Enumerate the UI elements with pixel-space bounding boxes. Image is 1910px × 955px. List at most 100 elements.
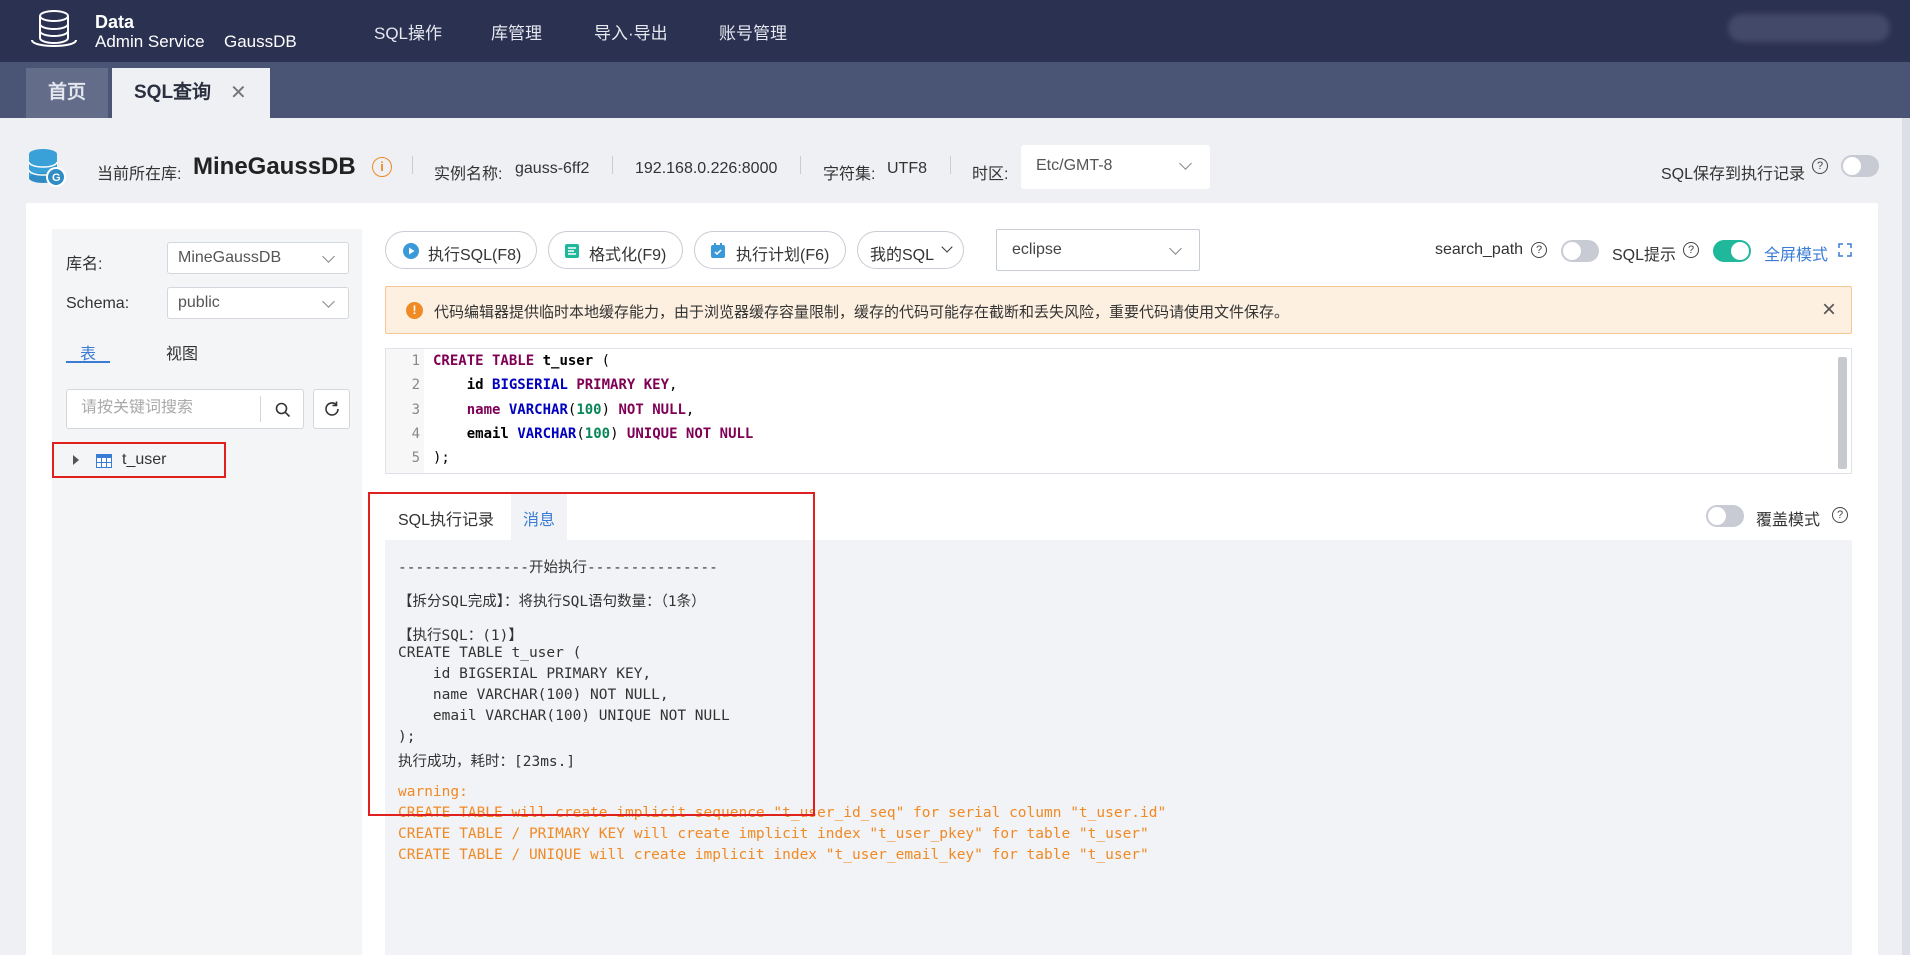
line-number: 1	[411, 353, 420, 369]
sql-code-editor[interactable]: 1 2 3 4 5 CREATE TABLE t_user ( id BIGSE…	[385, 348, 1852, 474]
search-icon[interactable]	[275, 402, 291, 418]
database-select-value: MineGaussDB	[178, 249, 282, 266]
timezone-label: 时区:	[972, 166, 1009, 183]
line-number-gutter: 1 2 3 4 5	[386, 349, 424, 473]
info-icon[interactable]: i	[372, 157, 392, 177]
execute-sql-label: 执行SQL(F8)	[428, 247, 522, 264]
overwrite-mode-label: 覆盖模式	[1756, 512, 1821, 529]
cache-warning-alert: ! 代码编辑器提供临时本地缓存能力，由于浏览器缓存容量限制，缓存的代码可能存在截…	[385, 286, 1852, 334]
page-scrollbar[interactable]	[1902, 118, 1910, 955]
sql-hint-toggle[interactable]	[1713, 240, 1751, 262]
charset-label: 字符集:	[823, 166, 876, 183]
line-number: 2	[411, 377, 420, 393]
code-line: email VARCHAR(100) UNIQUE NOT NULL	[466, 426, 754, 442]
help-icon[interactable]: ?	[1832, 507, 1848, 523]
format-label: 格式化(F9)	[589, 247, 667, 264]
editor-scrollbar[interactable]	[1838, 357, 1847, 469]
line-number: 4	[411, 426, 420, 442]
warning-icon: !	[406, 302, 423, 319]
execution-plan-button[interactable]: 执行计划(F6)	[694, 231, 846, 269]
page-tab-bar: 首页 SQL查询 ✕	[0, 62, 1910, 118]
nav-sql-operations[interactable]: SQL操作	[374, 19, 442, 44]
plan-icon	[711, 243, 725, 258]
timezone-value: Etc/GMT-8	[1036, 157, 1113, 174]
help-icon[interactable]: ?	[1812, 158, 1828, 174]
chevron-down-icon	[322, 295, 335, 308]
tab-home[interactable]: 首页	[26, 68, 108, 118]
editor-theme-value: eclipse	[1012, 241, 1062, 258]
search-path-toggle[interactable]	[1561, 240, 1599, 262]
editor-theme-select[interactable]: eclipse	[996, 229, 1200, 271]
chevron-down-icon	[322, 250, 335, 263]
divider	[950, 156, 951, 174]
brand-product: GaussDB	[224, 32, 297, 51]
format-button[interactable]: 格式化(F9)	[548, 231, 683, 269]
svg-text:G: G	[52, 172, 61, 184]
fullscreen-icon[interactable]	[1838, 243, 1852, 257]
tab-views[interactable]: 视图	[166, 340, 198, 364]
help-icon[interactable]: ?	[1531, 242, 1547, 258]
line-number: 5	[411, 450, 420, 466]
play-icon	[403, 243, 419, 259]
instance-name-label: 实例名称:	[434, 166, 503, 183]
refresh-button[interactable]	[313, 389, 350, 429]
timezone-select[interactable]: Etc/GMT-8	[1021, 145, 1210, 189]
line-number: 3	[411, 402, 420, 418]
table-search-box	[66, 389, 304, 429]
search-path-label: search_path	[1435, 241, 1524, 258]
close-icon[interactable]: ×	[1822, 296, 1836, 324]
brand-name: Data	[95, 12, 135, 32]
schema-select[interactable]: public	[167, 287, 349, 319]
highlight-annotation-box	[368, 492, 815, 816]
schema-select-value: public	[178, 294, 220, 311]
save-history-toggle[interactable]	[1841, 155, 1879, 177]
my-sql-dropdown[interactable]: 我的SQL	[857, 231, 964, 269]
user-account-menu[interactable]	[1728, 14, 1890, 42]
db-label: 库名:	[66, 256, 103, 273]
nav-import-export[interactable]: 导入·导出	[594, 19, 668, 44]
instance-address: 192.168.0.226:8000	[635, 160, 778, 177]
current-db-label: 当前所在库:	[97, 166, 182, 183]
divider	[260, 396, 261, 422]
sql-hint-label: SQL提示	[1612, 247, 1677, 264]
database-select[interactable]: MineGaussDB	[167, 242, 349, 274]
table-search-input[interactable]	[81, 399, 251, 417]
code-line: CREATE TABLE t_user (	[433, 353, 611, 369]
table-icon	[96, 454, 112, 468]
caret-right-icon[interactable]	[72, 455, 80, 465]
execute-sql-button[interactable]: 执行SQL(F8)	[385, 231, 537, 269]
fullscreen-link[interactable]: 全屏模式	[1764, 241, 1828, 265]
nav-account-management[interactable]: 账号管理	[719, 19, 787, 44]
instance-name: gauss-6ff2	[515, 160, 590, 177]
active-tab-underline	[66, 361, 110, 363]
divider	[412, 156, 413, 174]
alert-message: 代码编辑器提供临时本地缓存能力，由于浏览器缓存容量限制，缓存的代码可能存在截断和…	[434, 304, 1290, 321]
chevron-down-icon	[1179, 157, 1192, 170]
tree-item-label: t_user	[122, 451, 167, 468]
overwrite-mode-toggle[interactable]	[1706, 505, 1744, 527]
divider	[800, 156, 801, 174]
close-icon[interactable]: ✕	[230, 68, 247, 118]
chevron-down-icon	[941, 241, 953, 253]
tab-sql-query-label: SQL查询	[134, 82, 212, 103]
tab-sql-query[interactable]: SQL查询 ✕	[112, 68, 270, 118]
charset-value: UTF8	[887, 160, 927, 177]
save-history-label: SQL保存到执行记录	[1661, 166, 1806, 183]
chevron-down-icon	[1169, 242, 1182, 255]
tree-item-table[interactable]: t_user	[52, 442, 226, 478]
refresh-icon	[325, 401, 339, 416]
my-sql-label: 我的SQL	[870, 247, 935, 264]
schema-label: Schema:	[66, 295, 130, 312]
db-object-sidebar	[52, 229, 362, 955]
nav-db-management[interactable]: 库管理	[491, 19, 542, 44]
warning-line: CREATE TABLE / PRIMARY KEY will create i…	[398, 826, 1149, 842]
database-logo-icon	[31, 10, 77, 47]
gaussdb-database-icon: G	[28, 149, 66, 187]
brand-subtitle: Admin Service	[95, 32, 205, 51]
help-icon[interactable]: ?	[1683, 242, 1699, 258]
current-db-name: MineGaussDB	[193, 153, 356, 180]
code-line: id BIGSERIAL PRIMARY KEY,	[466, 377, 678, 393]
warning-line: CREATE TABLE / UNIQUE will create implic…	[398, 847, 1149, 863]
code-line: );	[433, 450, 450, 466]
execution-plan-label: 执行计划(F6)	[736, 247, 830, 264]
